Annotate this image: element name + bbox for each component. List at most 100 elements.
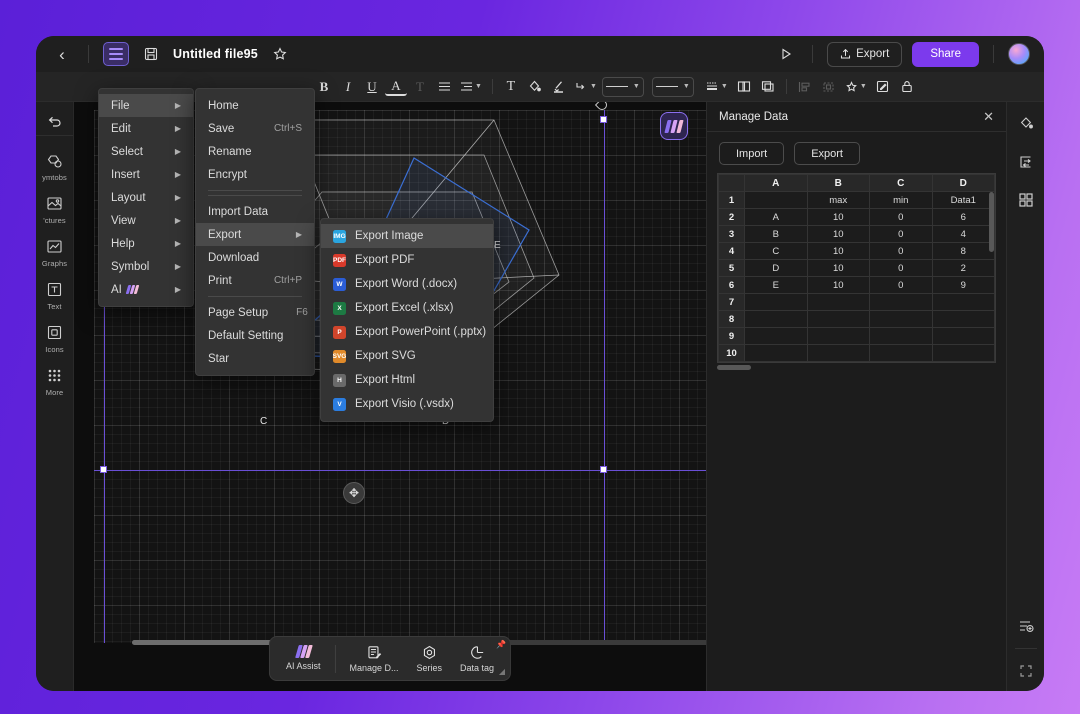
brush-button[interactable] xyxy=(548,76,570,98)
menu-item-download[interactable]: Download xyxy=(196,246,314,269)
sidebar-item-more[interactable]: More xyxy=(36,359,74,402)
menu-item-ai[interactable]: AI ▶ xyxy=(99,278,193,301)
data-table[interactable]: A B C D 1 max min Data1 2 A 10 0 6 3 B 10 0 4 4 C 10 0 8 5 D 10 0 2… xyxy=(718,174,995,362)
sheet-cell[interactable]: 6 xyxy=(931,208,995,226)
clear-format-button[interactable]: T xyxy=(409,76,431,98)
table-row[interactable]: 8 xyxy=(718,310,995,328)
save-icon[interactable] xyxy=(139,42,163,66)
edit-button[interactable] xyxy=(872,76,894,98)
menu-item-encrypt[interactable]: Encrypt xyxy=(196,163,314,186)
fullscreen-icon[interactable] xyxy=(1014,659,1038,683)
share-button[interactable]: Share xyxy=(912,41,979,67)
panel-import-button[interactable]: Import xyxy=(719,142,785,165)
sheet-cell[interactable] xyxy=(806,344,870,362)
star-favorite-icon[interactable] xyxy=(268,42,292,66)
data-tag-button[interactable]: Data tag xyxy=(452,643,502,675)
sheet-cell[interactable] xyxy=(744,310,808,328)
sheet-cell[interactable]: C xyxy=(744,242,808,260)
panel-export-button[interactable]: Export xyxy=(794,142,860,165)
play-present-icon[interactable] xyxy=(774,42,798,66)
table-row[interactable]: 7 xyxy=(718,293,995,311)
ai-assistant-button[interactable] xyxy=(660,112,688,140)
lock-button[interactable] xyxy=(896,76,918,98)
menu-item-export-image[interactable]: IMG Export Image xyxy=(321,224,493,248)
sheet-cell[interactable] xyxy=(744,327,808,345)
sheet-cell[interactable]: 0 xyxy=(869,242,933,260)
effects-button[interactable]: ▼ xyxy=(842,76,870,98)
sheet-cell[interactable]: 0 xyxy=(869,225,933,243)
pin-icon[interactable]: 📌 xyxy=(496,640,506,649)
menu-item-export-visio-vsdx-[interactable]: V Export Visio (.vsdx) xyxy=(321,392,493,416)
line-spacing-button[interactable]: ▼ xyxy=(457,76,485,98)
sheet-col-header[interactable]: A xyxy=(744,174,808,192)
group-button[interactable] xyxy=(818,76,840,98)
sheet-cell[interactable]: 4 xyxy=(931,225,995,243)
menu-item-view[interactable]: View ▶ xyxy=(99,209,193,232)
sheet-cell[interactable]: 0 xyxy=(869,259,933,277)
sheet-cell[interactable] xyxy=(806,310,870,328)
replace-icon[interactable] xyxy=(1014,150,1038,174)
data-sheet[interactable]: A B C D 1 max min Data1 2 A 10 0 6 3 B 10 0 4 4 C 10 0 8 5 D 10 0 2… xyxy=(717,173,996,363)
sheet-cell[interactable] xyxy=(931,344,995,362)
sheet-row-header[interactable]: 6 xyxy=(718,276,745,294)
sheet-cell[interactable] xyxy=(869,310,933,328)
sheet-cell[interactable] xyxy=(806,293,870,311)
sheet-cell[interactable] xyxy=(931,310,995,328)
sidebar-item-pictures[interactable]: 'ctures xyxy=(36,187,74,230)
menu-item-export-word-docx-[interactable]: W Export Word (.docx) xyxy=(321,272,493,296)
table-row[interactable]: 3 B 10 0 4 xyxy=(718,225,995,243)
sheet-col-header[interactable]: B xyxy=(806,174,870,192)
sheet-cell[interactable]: 10 xyxy=(806,225,870,243)
sheet-cell[interactable]: A xyxy=(744,208,808,226)
sheet-row-header[interactable]: 8 xyxy=(718,310,745,328)
menu-item-export-pdf[interactable]: PDF Export PDF xyxy=(321,248,493,272)
sheet-cell[interactable] xyxy=(744,191,808,209)
file-title[interactable]: Untitled file95 xyxy=(173,47,258,61)
sheet-cell[interactable]: 10 xyxy=(806,259,870,277)
copy-button[interactable] xyxy=(757,76,779,98)
table-row[interactable]: 10 xyxy=(718,344,995,362)
sheet-cell[interactable]: max xyxy=(806,191,870,209)
ai-assist-button[interactable]: AI Assist xyxy=(278,643,329,675)
sheet-vertical-scrollbar[interactable] xyxy=(989,192,994,252)
menu-item-print[interactable]: Print Ctrl+P xyxy=(196,269,314,292)
menu-item-export-svg[interactable]: SVG Export SVG xyxy=(321,344,493,368)
sheet-cell[interactable] xyxy=(806,327,870,345)
line-weight-button[interactable]: ▼ xyxy=(651,76,694,97)
italic-button[interactable]: I xyxy=(337,76,359,98)
grid-apps-icon[interactable] xyxy=(1014,188,1038,212)
font-color-button[interactable]: A xyxy=(385,78,407,96)
table-row[interactable]: 2 A 10 0 6 xyxy=(718,208,995,226)
main-menu[interactable]: File ▶ Edit ▶ Select ▶ Insert ▶ Layout ▶ View ▶ Help… xyxy=(98,88,194,307)
selection-handle-bl[interactable] xyxy=(100,466,107,473)
sidebar-item-graphs[interactable]: Graphs xyxy=(36,230,74,273)
selection-handle-tr[interactable] xyxy=(600,116,607,123)
sidebar-item-symbols[interactable]: ymtobs xyxy=(36,144,74,187)
sheet-cell[interactable] xyxy=(869,293,933,311)
menu-item-page-setup[interactable]: Page Setup F6 xyxy=(196,301,314,324)
fill-color-button[interactable] xyxy=(524,76,546,98)
duplicate-button[interactable] xyxy=(733,76,755,98)
table-row[interactable]: 1 max min Data1 xyxy=(718,191,995,209)
sheet-col-header[interactable]: C xyxy=(869,174,933,192)
menu-item-select[interactable]: Select ▶ xyxy=(99,140,193,163)
manage-data-button[interactable]: Manage D... xyxy=(341,643,406,675)
move-shape-handle[interactable]: ✥ xyxy=(343,482,365,504)
sheet-cell[interactable]: 2 xyxy=(931,259,995,277)
back-button[interactable]: ‹ xyxy=(50,42,74,66)
menu-item-layout[interactable]: Layout ▶ xyxy=(99,186,193,209)
sheet-cell[interactable] xyxy=(931,327,995,345)
menu-item-export-html[interactable]: H Export Html xyxy=(321,368,493,392)
sheet-row-header[interactable]: 3 xyxy=(718,225,745,243)
sheet-row-header[interactable]: 9 xyxy=(718,327,745,345)
sheet-cell[interactable]: 9 xyxy=(931,276,995,294)
series-button[interactable]: Series xyxy=(409,643,451,675)
menu-item-save[interactable]: Save Ctrl+S xyxy=(196,117,314,140)
sidebar-item-icons[interactable]: Icons xyxy=(36,316,74,359)
selection-handle-br[interactable] xyxy=(600,466,607,473)
bold-button[interactable]: B xyxy=(313,76,335,98)
sheet-cell[interactable] xyxy=(869,344,933,362)
sheet-row-header[interactable]: 7 xyxy=(718,293,745,311)
sheet-cell[interactable]: E xyxy=(744,276,808,294)
underline-button[interactable]: U xyxy=(361,76,383,98)
